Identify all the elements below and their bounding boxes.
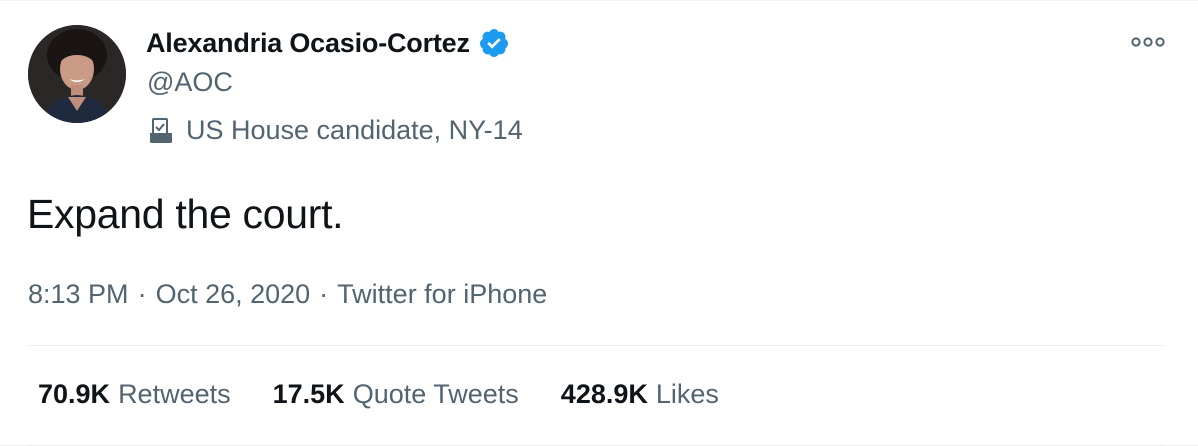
tweet-source[interactable]: Twitter for iPhone bbox=[337, 279, 547, 310]
likes-count: 428.9K bbox=[560, 379, 648, 409]
tweet-card: Alexandria Ocasio-Cortez @AOC US House c… bbox=[0, 0, 1198, 446]
quote-tweets-count: 17.5K bbox=[272, 379, 345, 409]
author-label-row: US House candidate, NY-14 bbox=[146, 115, 523, 146]
retweets-count: 70.9K bbox=[38, 379, 111, 409]
avatar-image bbox=[28, 25, 126, 123]
meta-separator: · bbox=[319, 279, 329, 309]
likes-label: Likes bbox=[655, 379, 719, 409]
quote-tweets-label: Quote Tweets bbox=[352, 379, 519, 409]
divider bbox=[28, 345, 1164, 346]
tweet-text: Expand the court. bbox=[27, 191, 344, 237]
retweets-stat[interactable]: 70.9K Retweets bbox=[38, 379, 231, 410]
meta-separator: · bbox=[137, 279, 147, 309]
more-options-button[interactable] bbox=[1128, 29, 1168, 55]
tweet-stats: 70.9K Retweets 17.5K Quote Tweets 428.9K… bbox=[38, 379, 761, 410]
author-handle[interactable]: @AOC bbox=[147, 67, 233, 98]
ballot-box-icon bbox=[146, 116, 176, 146]
verified-badge-icon bbox=[478, 27, 510, 59]
likes-stat[interactable]: 428.9K Likes bbox=[561, 379, 719, 410]
retweets-label: Retweets bbox=[118, 379, 231, 409]
more-options-icon bbox=[1131, 37, 1165, 47]
tweet-meta: 8:13 PM · Oct 26, 2020 · Twitter for iPh… bbox=[28, 279, 547, 310]
tweet-time[interactable]: 8:13 PM bbox=[28, 279, 129, 310]
tweet-date[interactable]: Oct 26, 2020 bbox=[156, 279, 311, 310]
author-display-name[interactable]: Alexandria Ocasio-Cortez bbox=[146, 28, 470, 59]
quote-tweets-stat[interactable]: 17.5K Quote Tweets bbox=[273, 379, 519, 410]
avatar[interactable] bbox=[28, 25, 126, 123]
author-label: US House candidate, NY-14 bbox=[186, 115, 523, 145]
author-name-row: Alexandria Ocasio-Cortez bbox=[146, 27, 510, 59]
